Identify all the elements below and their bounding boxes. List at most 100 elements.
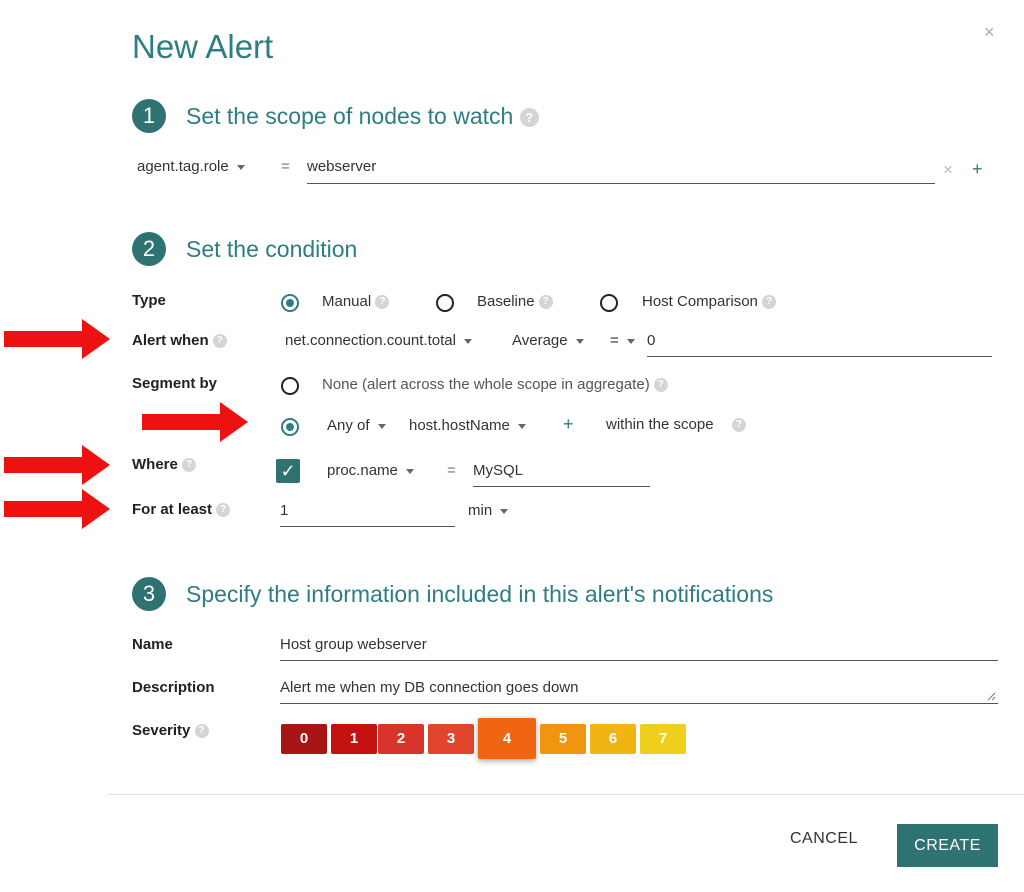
severity-4-button[interactable]: 4 — [478, 718, 536, 759]
alert-when-label-text: Alert when — [132, 332, 209, 349]
segment-none-label: None (alert across the whole scope in ag… — [322, 376, 650, 393]
red-arrow-icon — [142, 402, 248, 442]
alert-when-label: Alert when ? — [132, 332, 227, 349]
step-number-1: 1 — [132, 99, 166, 133]
for-at-least-label: For at least ? — [132, 501, 231, 518]
severity-7-button[interactable]: 7 — [640, 724, 686, 754]
severity-label: Severity ? — [132, 722, 209, 739]
segment-none-radio[interactable] — [281, 377, 299, 395]
scope-value-text: webserver — [307, 158, 377, 175]
for-at-least-label-text: For at least — [132, 501, 213, 518]
aggregation-dropdown[interactable]: Average — [512, 332, 584, 349]
step-number-2: 2 — [132, 232, 166, 266]
step-1-title: Set the scope of nodes to watch ? — [186, 103, 539, 130]
threshold-input[interactable]: 0 — [647, 332, 992, 357]
where-field-dropdown[interactable]: proc.name — [327, 462, 414, 479]
aggregation-label: Average — [512, 332, 568, 349]
scope-operator: = — [281, 158, 290, 175]
step-2-title: Set the condition — [186, 236, 358, 262]
duration-unit-dropdown[interactable]: min — [468, 502, 509, 519]
caret-down-icon — [377, 423, 386, 429]
comparator-label: = — [610, 332, 619, 349]
where-label-text: Where — [132, 456, 178, 473]
duration-input[interactable]: 1 — [280, 502, 455, 527]
type-host-comparison-radio[interactable] — [600, 294, 618, 312]
help-icon[interactable]: ? — [653, 378, 668, 393]
severity-2-button[interactable]: 2 — [378, 724, 424, 754]
type-baseline-radio[interactable] — [436, 294, 454, 312]
caret-down-icon — [517, 423, 526, 429]
severity-6-button[interactable]: 6 — [590, 724, 636, 754]
step-3-title: Specify the information included in this… — [186, 581, 774, 607]
severity-5-button[interactable]: 5 — [540, 724, 586, 754]
name-value: Host group webserver — [280, 636, 427, 653]
help-icon[interactable]: ? — [375, 295, 390, 310]
segment-any-of-radio[interactable] — [281, 418, 299, 436]
severity-3-button[interactable]: 3 — [428, 724, 474, 754]
name-input[interactable]: Host group webserver — [280, 636, 998, 661]
segment-any-of-dropdown[interactable]: Any of — [327, 417, 386, 434]
duration-unit-label: min — [468, 502, 493, 519]
threshold-value: 0 — [647, 332, 656, 349]
caret-down-icon — [463, 338, 472, 344]
close-icon[interactable]: × — [984, 22, 995, 43]
where-operator: = — [447, 462, 456, 479]
add-scope-icon[interactable]: + — [972, 159, 983, 180]
help-icon[interactable]: ? — [538, 295, 553, 310]
segment-field-dropdown[interactable]: host.hostName — [409, 417, 526, 434]
segment-field-label: host.hostName — [409, 417, 510, 434]
help-icon[interactable]: ? — [182, 458, 197, 473]
type-baseline-label: Baseline — [477, 293, 535, 310]
where-value-input[interactable]: MySQL — [473, 462, 650, 487]
type-manual-label: Manual — [322, 293, 372, 310]
caret-down-icon — [236, 164, 245, 170]
caret-down-icon — [626, 338, 635, 344]
type-baseline-option[interactable]: Baseline ? — [477, 293, 553, 310]
caret-down-icon — [405, 468, 414, 474]
description-label: Description — [132, 679, 215, 696]
footer-divider — [108, 794, 1024, 795]
segment-scope-label: within the scope — [606, 416, 714, 433]
resize-handle-icon[interactable] — [987, 692, 996, 701]
type-host-comparison-label: Host Comparison — [642, 293, 758, 310]
comparator-dropdown[interactable]: = — [610, 332, 635, 349]
caret-down-icon — [500, 508, 509, 514]
segment-scope-text: within the scope ? — [606, 416, 746, 433]
help-icon[interactable]: ? — [731, 418, 746, 433]
help-icon[interactable]: ? — [212, 334, 227, 349]
help-icon[interactable]: ? — [762, 295, 777, 310]
duration-value: 1 — [280, 502, 289, 519]
severity-0-button[interactable]: 0 — [281, 724, 327, 754]
description-value: Alert me when my DB connection goes down — [280, 679, 579, 696]
type-manual-radio[interactable] — [281, 294, 299, 312]
page-title: New Alert — [132, 28, 274, 65]
caret-down-icon — [575, 338, 584, 344]
red-arrow-icon — [4, 489, 110, 529]
where-field-label: proc.name — [327, 462, 398, 479]
type-label: Type — [132, 292, 166, 309]
type-host-comparison-option[interactable]: Host Comparison ? — [642, 293, 777, 310]
severity-label-text: Severity — [132, 722, 191, 739]
type-manual-option[interactable]: Manual ? — [322, 293, 390, 310]
help-icon[interactable]: ? — [194, 724, 209, 739]
step-number-3: 3 — [132, 577, 166, 611]
scope-key-dropdown[interactable]: agent.tag.role — [137, 158, 245, 175]
add-segment-icon[interactable]: + — [563, 414, 574, 435]
cancel-button[interactable]: CANCEL — [790, 830, 858, 848]
metric-dropdown[interactable]: net.connection.count.total — [285, 332, 472, 349]
where-value-text: MySQL — [473, 462, 524, 479]
severity-1-button[interactable]: 1 — [331, 724, 377, 754]
name-label: Name — [132, 636, 173, 653]
segment-none-option[interactable]: None (alert across the whole scope in ag… — [322, 376, 668, 393]
help-icon[interactable]: ? — [519, 108, 539, 128]
scope-value-input[interactable]: webserver — [307, 158, 935, 184]
help-icon[interactable]: ? — [216, 503, 231, 518]
where-checkbox[interactable]: ✓ — [276, 459, 300, 483]
description-textarea[interactable]: Alert me when my DB connection goes down — [280, 679, 998, 704]
scope-key-label: agent.tag.role — [137, 158, 229, 175]
clear-icon[interactable]: × — [943, 160, 953, 180]
metric-label: net.connection.count.total — [285, 332, 456, 349]
create-button[interactable]: CREATE — [897, 824, 998, 867]
where-label: Where ? — [132, 456, 197, 473]
segment-any-of-label: Any of — [327, 417, 370, 434]
